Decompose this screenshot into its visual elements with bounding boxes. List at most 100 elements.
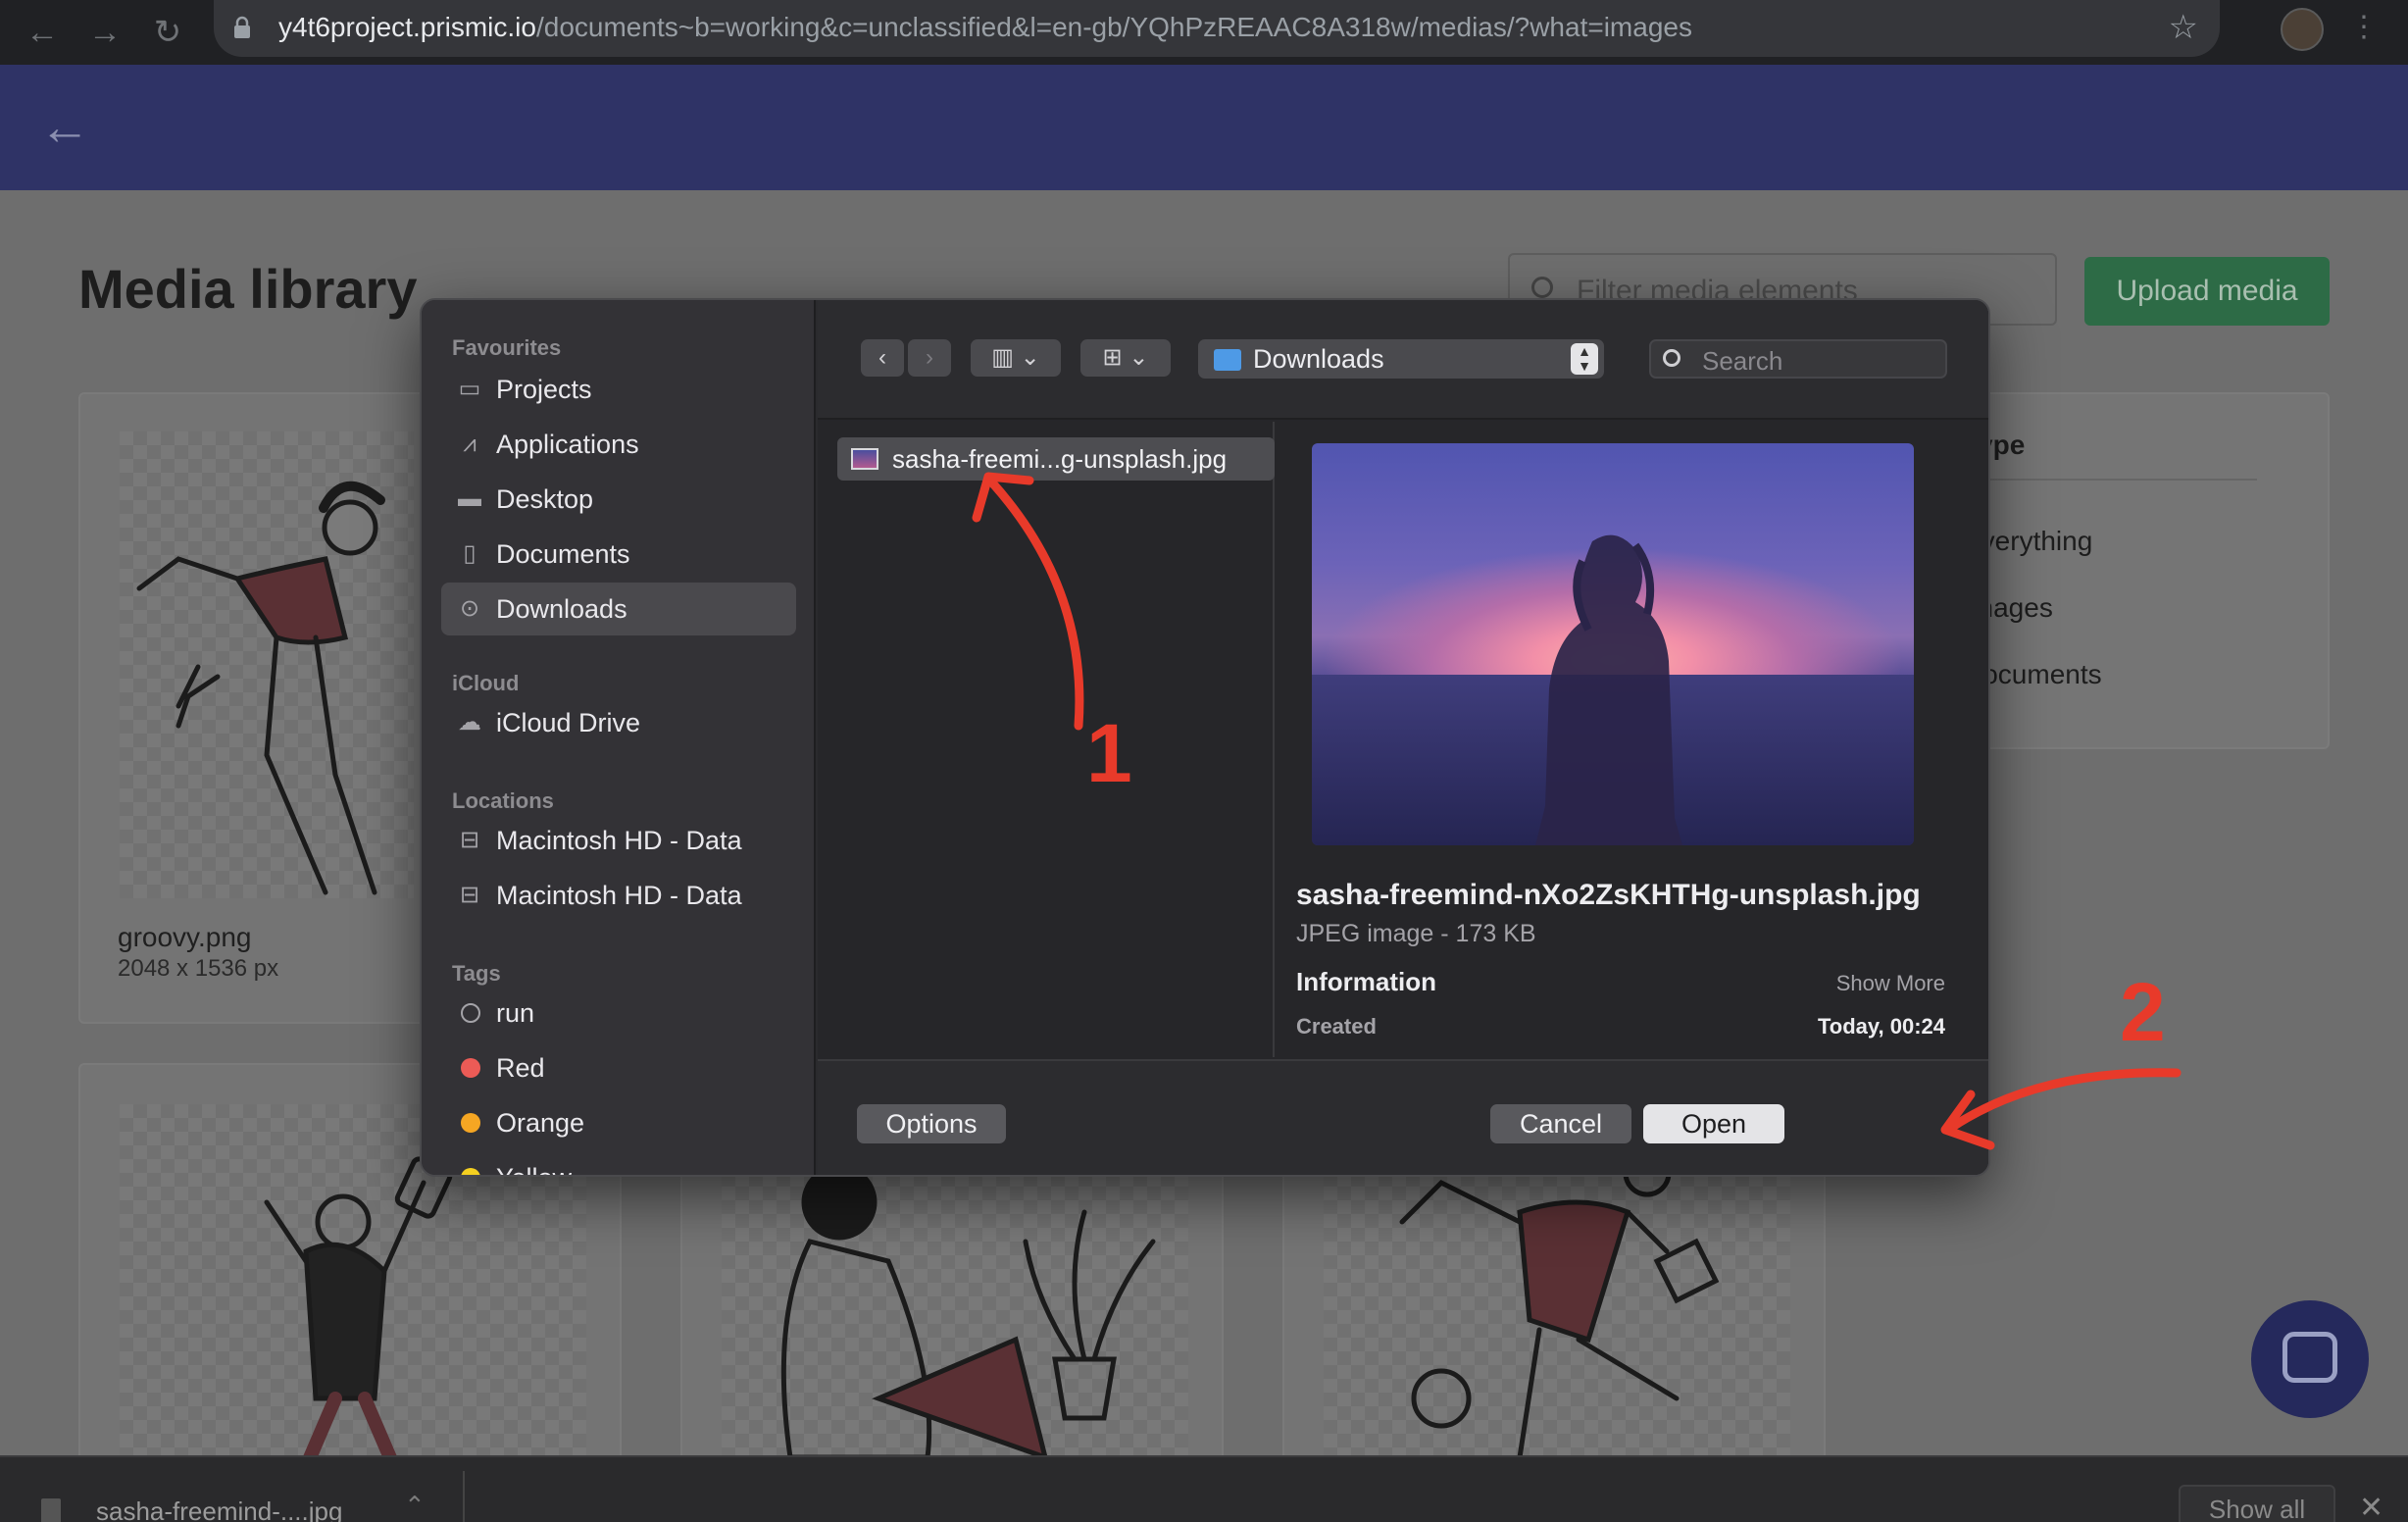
address-bar[interactable]: y4t6project.prismic.io/documents~b=worki… (214, 0, 2220, 57)
search-icon (1663, 349, 1681, 367)
created-value: Today, 00:24 (1817, 1014, 1945, 1039)
download-file-name[interactable]: sasha-freemind-....jpg (96, 1497, 342, 1522)
disk-icon: ⊟ (459, 882, 480, 908)
forward-arrow-icon[interactable]: → (84, 12, 125, 53)
sidebar-item-downloads[interactable]: ⊙ Downloads (441, 583, 796, 635)
sidebar-tag-orange[interactable]: Orange (441, 1096, 796, 1149)
options-button[interactable]: Options (857, 1104, 1006, 1143)
created-label: Created (1296, 1014, 1377, 1039)
app-header: ← (0, 65, 2408, 190)
folder-icon: ▭ (458, 376, 481, 402)
sidebar-item-desktop[interactable]: ▬ Desktop (441, 473, 796, 526)
sidebar-tag-yellow[interactable]: Yellow (441, 1151, 796, 1175)
profile-avatar[interactable] (2281, 8, 2324, 51)
file-browser-column: sasha-freemi...g-unsplash.jpg (818, 422, 1275, 1057)
locations-heading: Locations (452, 788, 554, 813)
sidebar-item-label: run (496, 998, 535, 1028)
sidebar-tag-run[interactable]: run (441, 987, 796, 1040)
document-icon: ▯ (463, 540, 477, 567)
dialog-footer: Options Cancel Open (818, 1059, 1988, 1175)
reload-icon[interactable]: ↻ (147, 12, 188, 53)
back-arrow-icon[interactable]: ← (22, 12, 63, 53)
sidebar-item-label: Documents (496, 539, 630, 569)
silhouette-image (1535, 534, 1682, 845)
sidebar-item-label: Macintosh HD - Data (496, 881, 742, 910)
url-path: /documents~b=working&c=unclassified&l=en… (535, 12, 1692, 42)
upload-media-button[interactable]: Upload media (2084, 257, 2330, 326)
disk-icon: ⊟ (459, 827, 480, 853)
nav-forward-button[interactable]: › (908, 339, 951, 377)
chat-icon (2283, 1332, 2337, 1383)
dialog-toolbar: ‹ › ▥ ⌄ ⊞ ⌄ Downloads ▲ ▼ Search (818, 300, 1988, 420)
tags-heading: Tags (452, 961, 501, 986)
open-button[interactable]: Open (1643, 1104, 1784, 1143)
close-icon[interactable]: ✕ (2359, 1491, 2383, 1522)
divider (1963, 479, 2257, 481)
file-item-selected[interactable]: sasha-freemi...g-unsplash.jpg (837, 437, 1275, 481)
divider (463, 1471, 465, 1522)
sidebar-item-label: Yellow (496, 1163, 572, 1175)
sidebar-item-documents[interactable]: ▯ Documents (441, 528, 796, 581)
annotation-step-2: 2 (2120, 966, 2166, 1058)
desktop-icon: ▬ (458, 485, 481, 512)
downloads-bar: sasha-freemind-....jpg ⌃ Show all ✕ (0, 1455, 2408, 1522)
file-preview-pane: sasha-freemind-nXo2ZsKHTHg-unsplash.jpg … (1277, 422, 1988, 1057)
icloud-heading: iCloud (452, 671, 520, 695)
tag-dot (461, 1113, 480, 1133)
annotation-step-1: 1 (1086, 707, 1132, 799)
dialog-main: ‹ › ▥ ⌄ ⊞ ⌄ Downloads ▲ ▼ Search sasha-fr… (818, 300, 1988, 1175)
information-heading: Information (1296, 967, 1436, 996)
cancel-button[interactable]: Cancel (1490, 1104, 1631, 1143)
location-label: Downloads (1253, 344, 1384, 374)
cloud-icon: ☁ (458, 709, 481, 736)
show-more-link[interactable]: Show More (1836, 971, 1945, 996)
nav-back-button[interactable]: ‹ (861, 339, 904, 377)
sidebar-item-macintosh-hd[interactable]: ⊟ Macintosh HD - Data (441, 814, 796, 867)
sidebar-item-label: Orange (496, 1108, 585, 1138)
sidebar-item-icloud-drive[interactable]: ☁ iCloud Drive (441, 696, 796, 749)
tag-dot (461, 1058, 480, 1078)
search-placeholder: Search (1702, 346, 1783, 376)
columns-view-icon: ▥ (991, 344, 1014, 371)
sidebar-item-label: Red (496, 1053, 545, 1083)
search-icon (1531, 277, 1553, 298)
sidebar-item-label: iCloud Drive (496, 708, 641, 737)
preview-kind: JPEG image - 173 KB (1296, 920, 1536, 947)
favourites-heading: Favourites (452, 335, 562, 360)
chevron-up-icon[interactable]: ⌃ (404, 1491, 426, 1521)
file-icon (41, 1498, 61, 1522)
sidebar-item-label: Applications (496, 430, 639, 459)
lock-icon (234, 16, 250, 38)
browser-toolbar: ← → ↻ y4t6project.prismic.io/documents~b… (0, 0, 2408, 65)
media-card-dims: 2048 x 1536 px (118, 955, 279, 982)
browser-menu-icon[interactable]: ⋮ (2349, 10, 2379, 45)
chat-launcher[interactable] (2251, 1300, 2369, 1418)
bookmark-star-icon[interactable]: ☆ (2169, 10, 2198, 45)
image-file-icon (851, 448, 878, 470)
file-item-label: sasha-freemi...g-unsplash.jpg (892, 444, 1228, 474)
updown-chevron-icon: ▲ ▼ (1571, 343, 1598, 375)
media-card-name: groovy.png (118, 922, 252, 952)
show-all-button[interactable]: Show all (2179, 1485, 2335, 1522)
sidebar-tag-red[interactable]: Red (441, 1041, 796, 1094)
folder-icon (1214, 349, 1241, 371)
view-mode-button[interactable]: ▥ ⌄ (971, 339, 1061, 377)
group-mode-button[interactable]: ⊞ ⌄ (1080, 339, 1171, 377)
page-title: Media library (78, 258, 418, 320)
sidebar-item-label: Macintosh HD - Data (496, 826, 742, 855)
grid-icon: ⊞ (1102, 344, 1123, 371)
sidebar-item-label: Downloads (496, 594, 627, 624)
back-arrow-icon[interactable]: ← (39, 102, 90, 153)
applications-icon: ⩘ (463, 431, 477, 457)
url-text: y4t6project.prismic.io/documents~b=worki… (278, 10, 1692, 45)
media-thumbnail (120, 431, 414, 898)
download-icon: ⊙ (459, 595, 480, 622)
sidebar-item-projects[interactable]: ▭ Projects (441, 363, 796, 416)
search-input[interactable]: Search (1649, 339, 1947, 379)
sidebar-item-macintosh-hd[interactable]: ⊟ Macintosh HD - Data (441, 869, 796, 922)
tag-dot (461, 1003, 480, 1023)
location-popup[interactable]: Downloads ▲ ▼ (1198, 339, 1604, 379)
sidebar-item-label: Projects (496, 375, 592, 404)
sidebar-item-applications[interactable]: ⩘ Applications (441, 418, 796, 471)
dialog-sidebar: Favourites ▭ Projects ⩘ Applications ▬ D… (422, 300, 816, 1175)
